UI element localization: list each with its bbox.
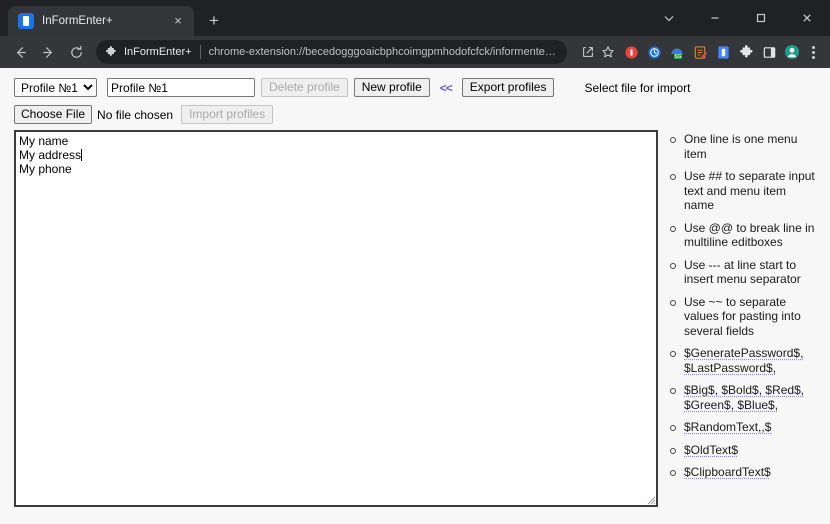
reload-icon[interactable]	[62, 38, 90, 66]
editor-line: My name	[19, 134, 69, 148]
help-list: One line is one menu item Use ## to separ…	[668, 132, 824, 480]
help-panel: One line is one menu item Use ## to separ…	[658, 130, 830, 522]
editor-wrapper: My name My address My phone	[14, 130, 658, 507]
help-token-item: $Big$, $Bold$, $Red$, $Green$, $Blue$,	[668, 383, 818, 412]
window-controls	[646, 0, 830, 36]
export-profiles-button[interactable]: Export profiles	[461, 78, 555, 97]
help-token-item: $OldText$	[668, 443, 818, 458]
forward-arrow-icon[interactable]	[34, 38, 62, 66]
omnibox-url: chrome-extension://becedogggoaicbphcoimg…	[208, 46, 559, 58]
back-arrow-icon[interactable]	[6, 38, 34, 66]
maximize-icon[interactable]	[738, 0, 784, 36]
profile-select[interactable]: Profile №1	[14, 78, 97, 97]
clock-extension-icon[interactable]	[644, 42, 664, 62]
help-token-item: $GeneratePassword$, $LastPassword$,	[668, 346, 818, 375]
items-textarea[interactable]: My name My address My phone	[14, 130, 658, 507]
help-list-item: Use ~~ to separate values for pasting in…	[668, 295, 818, 339]
collapse-link[interactable]: <<	[436, 81, 456, 95]
import-profiles-button[interactable]: Import profiles	[181, 105, 274, 124]
three-dot-menu-icon[interactable]	[802, 40, 824, 64]
address-bar[interactable]: InFormEnter+ chrome-extension://becedogg…	[96, 40, 567, 64]
help-list-item: One line is one menu item	[668, 132, 818, 161]
chevron-down-icon[interactable]	[646, 0, 692, 36]
omnibox-actions	[579, 43, 617, 61]
close-window-icon[interactable]	[784, 0, 830, 36]
editor-line: My phone	[19, 162, 72, 176]
browser-window: InFormEnter+ × + InFormEnter+ chrome-ext…	[0, 0, 830, 524]
informenter-extension-icon[interactable]	[713, 42, 733, 62]
file-status-text: No file chosen	[97, 107, 174, 122]
close-tab-icon[interactable]: ×	[170, 13, 186, 29]
star-icon[interactable]	[599, 43, 617, 61]
choose-file-button[interactable]: Choose File	[14, 105, 93, 124]
svg-text:SG: SG	[674, 54, 681, 60]
puzzle-extensions-icon[interactable]	[736, 42, 756, 62]
profile-avatar-icon[interactable]	[782, 42, 802, 62]
omnibox-extension-name: InFormEnter+	[124, 46, 192, 58]
browser-tab[interactable]: InFormEnter+ ×	[8, 6, 194, 36]
share-icon[interactable]	[579, 43, 597, 61]
sg-extension-icon[interactable]: SG	[667, 42, 687, 62]
editor-line: My address	[19, 148, 83, 162]
omnibox-divider	[199, 45, 201, 59]
profile-toolbar-row: Profile №1 Delete profile New profile <<…	[0, 68, 830, 97]
delete-profile-button[interactable]: Delete profile	[261, 78, 348, 97]
help-list-item: Use @@ to break line in multiline editbo…	[668, 221, 818, 250]
help-list-item: Use ## to separate input text and menu i…	[668, 169, 818, 213]
sidepanel-icon[interactable]	[759, 42, 779, 62]
extension-options-page: Profile №1 Delete profile New profile <<…	[0, 68, 830, 524]
extensions-bar: SG	[617, 42, 802, 62]
help-token-item: $ClipboardText$	[668, 465, 818, 480]
tab-strip: InFormEnter+ × +	[0, 0, 830, 36]
record-extension-icon[interactable]	[621, 42, 641, 62]
text-caret	[81, 149, 83, 161]
new-profile-button[interactable]: New profile	[353, 78, 430, 97]
informenter-icon	[18, 13, 34, 29]
help-token-item: $RandomText,,$	[668, 420, 818, 435]
browser-toolbar: InFormEnter+ chrome-extension://becedogg…	[0, 36, 830, 68]
profile-name-input[interactable]	[107, 78, 255, 97]
file-import-row: Choose File No file chosen Import profil…	[0, 97, 830, 124]
import-file-label: Select file for import	[584, 80, 691, 95]
minimize-icon[interactable]	[692, 0, 738, 36]
new-tab-button[interactable]: +	[200, 7, 228, 35]
notes-extension-icon[interactable]	[690, 42, 710, 62]
textarea-resize-handle[interactable]	[644, 493, 656, 505]
tab-title: InFormEnter+	[42, 15, 113, 27]
help-list-item: Use --- at line start to insert menu sep…	[668, 258, 818, 287]
puzzle-piece-icon	[104, 45, 118, 59]
main-area: My name My address My phone One line is on…	[0, 124, 830, 522]
